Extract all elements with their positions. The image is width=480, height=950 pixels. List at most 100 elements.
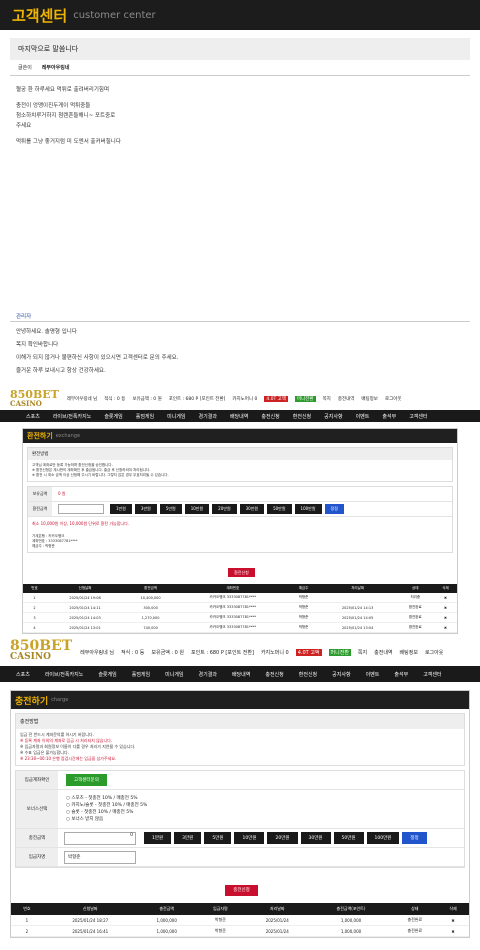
admin-label: 관리자: [10, 312, 470, 322]
amount-button[interactable]: 5만원: [159, 504, 182, 514]
point-info[interactable]: 포인트 : 680 P [포인트 전환]: [191, 649, 254, 656]
bonus-radio[interactable]: ○ 보너스 받지 않음: [66, 816, 147, 823]
amount-button[interactable]: 30만원: [300, 832, 331, 844]
depositor-label: 입금자명: [16, 848, 58, 866]
nav-item[interactable]: 출석부: [382, 413, 396, 420]
amount-button[interactable]: 10만원: [184, 504, 210, 514]
nav-item[interactable]: 공지사항: [332, 671, 350, 678]
exchange-screen: 850BET CASINO 레부아우링네 님 적식 : 0 등 보유금액 : 0 …: [0, 388, 480, 634]
casino-logo[interactable]: 850BET CASINO: [10, 639, 72, 663]
amount-button[interactable]: 50만원: [267, 504, 292, 514]
nav-item[interactable]: 경기결과: [199, 671, 217, 678]
amount-button[interactable]: 30만원: [239, 504, 265, 514]
amount-button[interactable]: 3만원: [134, 504, 157, 514]
delete-icon[interactable]: ✖: [437, 925, 469, 937]
bonus-radio[interactable]: ○ 슬롯 - 첫충전 10% / 매충전 5%: [66, 809, 147, 816]
post-subject: 마지막으로 말씀니다: [10, 38, 470, 60]
charge-history-link[interactable]: 충전내역: [338, 396, 355, 402]
nav-item[interactable]: 라이브/전폭카지노: [53, 413, 92, 420]
col-header: 상태: [396, 584, 434, 593]
message-link[interactable]: 쪽지: [358, 649, 367, 656]
nav-item[interactable]: 환전신청: [293, 413, 311, 420]
charge-history-link[interactable]: 충전내역: [374, 649, 392, 656]
point-info[interactable]: 포인트 : 680 P [포인트 전환]: [169, 396, 226, 402]
amount-button[interactable]: 100만원: [294, 504, 322, 514]
delete-icon[interactable]: ✖: [437, 915, 469, 926]
reset-button[interactable]: 정정: [324, 504, 344, 514]
bonus-radio[interactable]: ○ 카지노/슬롯 - 첫충전 10% / 매충전 5%: [66, 802, 147, 809]
customer-center-button[interactable]: 고객센터문의: [66, 774, 107, 786]
admin-reply: 관리자 안녕하세요. 솔명형 입니다 목지 확인바합니다 이해가 되지 않거나 …: [10, 312, 470, 374]
nav-item[interactable]: 공지사항: [324, 413, 342, 420]
amount-button[interactable]: 20만원: [267, 832, 298, 844]
amount-input[interactable]: [58, 504, 104, 514]
nav-item[interactable]: 고객센터: [409, 413, 427, 420]
nav-item[interactable]: 홀덤게임: [132, 671, 150, 678]
customer-center-header: 고객센터 customer center: [0, 0, 480, 30]
casino-logo[interactable]: 850BET CASINO: [10, 389, 59, 408]
delete-icon[interactable]: ✖: [433, 602, 457, 613]
red-badge[interactable]: 4.0T 고액: [295, 648, 322, 656]
nav-item[interactable]: 슬롯게임: [98, 671, 116, 678]
logout-link[interactable]: 로그아웃: [425, 649, 443, 656]
admin-line: 목지 확인바합니다: [16, 342, 59, 348]
top-bar: 850BET CASINO 레부아우링네 님 적식 : 0 등 보유금액 : 0 …: [0, 638, 480, 666]
nav-item[interactable]: 배당내역: [230, 413, 248, 420]
col-header: 충전금액(포인트): [309, 903, 393, 915]
nav-item[interactable]: 미니게임: [167, 413, 185, 420]
hold-row: 보유금액 0 원: [28, 487, 452, 502]
charge-submit-button[interactable]: 충전신청: [225, 885, 258, 896]
amount-button[interactable]: 50만원: [333, 832, 364, 844]
username: 레부아우링네 님: [66, 397, 98, 402]
nav-item[interactable]: 배당내역: [232, 671, 250, 678]
nav-item[interactable]: 홀덤게임: [136, 413, 154, 420]
logout-link[interactable]: 로그아웃: [385, 396, 402, 402]
nav-item[interactable]: 충전신청: [261, 413, 279, 420]
amount-input[interactable]: 0: [64, 831, 136, 845]
message-link[interactable]: 쪽지: [323, 396, 331, 402]
nav-item[interactable]: 이벤트: [366, 671, 380, 678]
delete-icon[interactable]: ✖: [433, 612, 457, 623]
col-header: 삭제: [437, 903, 469, 915]
bet-info-link[interactable]: 배팅정보: [361, 396, 378, 402]
note-line: ※ 환전 시 최소 금액 이상 신청해 주시기 바랍니다. 그렇지 않은 경우 …: [32, 473, 169, 477]
col-header: 입금자명: [195, 903, 246, 915]
amount-button[interactable]: 1만원: [110, 504, 132, 514]
amount-button[interactable]: 20만원: [212, 504, 237, 514]
nav-item[interactable]: 슬롯게임: [104, 413, 122, 420]
amount-button[interactable]: 10만원: [234, 832, 265, 844]
amount-button[interactable]: 5만원: [204, 832, 232, 844]
nav-item[interactable]: 경기결과: [199, 413, 217, 420]
post-line: 혈궁 환 하루세요 먹튀로 출려버리기힘며: [16, 87, 110, 93]
delete-icon[interactable]: ✖: [433, 593, 457, 603]
amount-button[interactable]: 1만원: [144, 832, 172, 844]
writer-label: 글쓴이: [18, 65, 32, 71]
nav-item[interactable]: 환전신청: [299, 671, 317, 678]
writer-name: 레부아우링네: [41, 65, 70, 71]
nav-item[interactable]: 라이브/전폭카지노: [45, 671, 84, 678]
box-title: 충전방법: [16, 714, 464, 729]
amount-row: 충전금액 0 1만원 3만원 5만원 10만원 20만원 30만원 50만원 1…: [16, 829, 464, 848]
exchange-submit-button[interactable]: 환전신청: [228, 568, 255, 577]
nav-item[interactable]: 스포츠: [16, 671, 30, 678]
nav-item[interactable]: 이벤트: [356, 413, 370, 420]
nav-item[interactable]: 스포츠: [26, 413, 40, 420]
table-row: 2 2025/01/24 16:41 1,000,000 박형준 2025/01/24 1…: [11, 925, 469, 937]
bonus-radio[interactable]: ○ 스포츠 - 첫충전 10% / 매충전 5%: [66, 795, 147, 802]
red-badge[interactable]: 4.0T 고액: [264, 396, 288, 402]
money-transfer-badge[interactable]: 머니전환: [294, 396, 316, 402]
table-row: 3 2025/01/24 14:03 1,270,000 카카오뱅크 33330877…: [23, 612, 457, 623]
reset-button[interactable]: 정정: [402, 832, 427, 844]
amount-button[interactable]: 100만원: [366, 832, 400, 844]
amount-button[interactable]: 3만원: [174, 832, 202, 844]
nav-item[interactable]: 출석부: [394, 671, 408, 678]
nav-item[interactable]: 미니게임: [165, 671, 183, 678]
nav-item[interactable]: 고객센터: [423, 671, 441, 678]
depositor-input[interactable]: 박형준: [64, 850, 136, 864]
money-transfer-badge[interactable]: 머니전환: [328, 648, 351, 656]
post-writer-row: 글쓴이 레부아우링네: [10, 60, 470, 76]
delete-icon[interactable]: ✖: [433, 622, 457, 633]
bet-info-link[interactable]: 배팅정보: [400, 649, 418, 656]
table-row: 2 2025/01/24 14:11 300,000 카카오뱅크 3333087781…: [23, 602, 457, 613]
nav-item[interactable]: 충전신청: [265, 671, 283, 678]
